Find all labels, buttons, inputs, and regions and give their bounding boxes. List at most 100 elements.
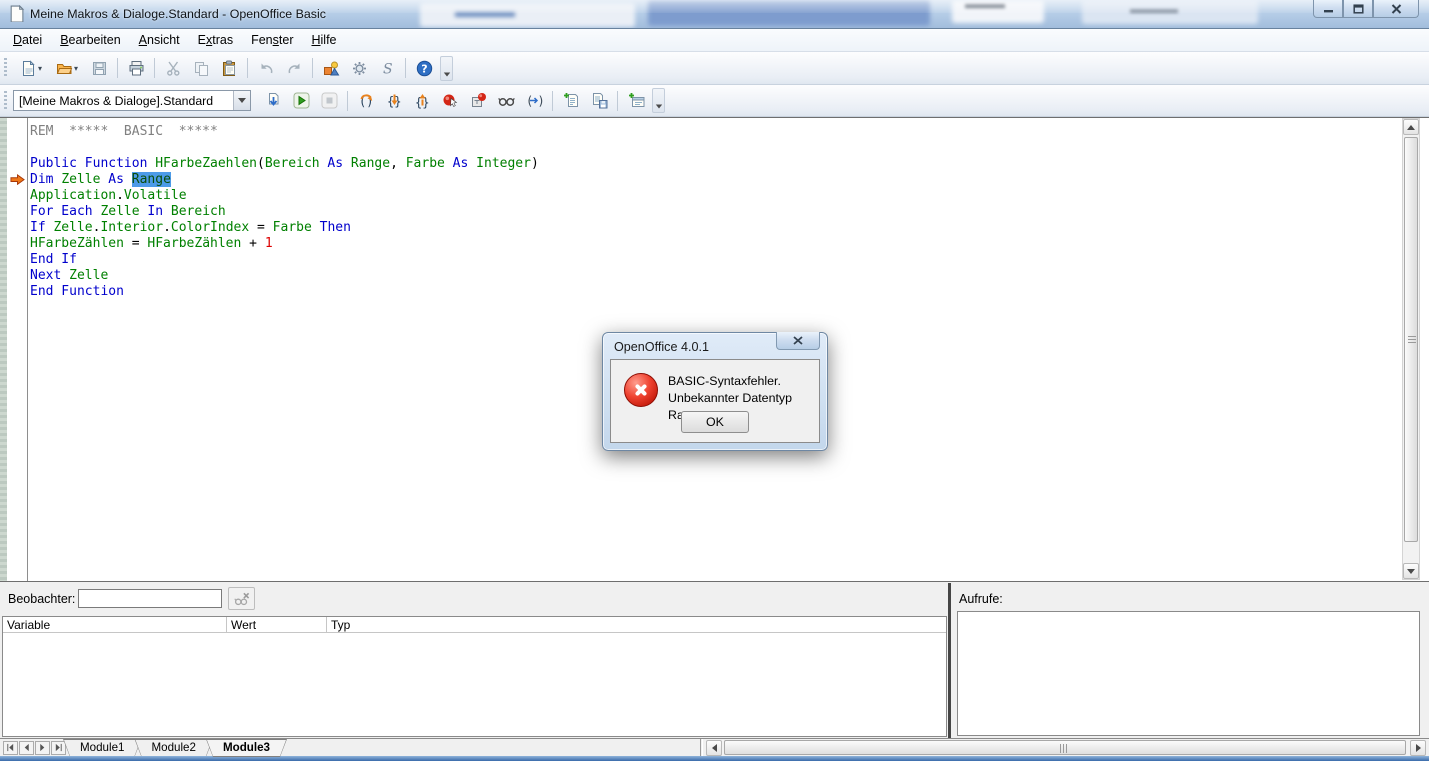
next-tab-button[interactable]	[35, 741, 50, 755]
editor-vertical-scrollbar[interactable]	[1402, 118, 1420, 580]
panel-splitter[interactable]	[948, 583, 951, 738]
toolbar-overflow-button[interactable]	[652, 88, 665, 113]
scroll-right-button[interactable]	[1410, 740, 1426, 756]
help-button[interactable]: ?	[411, 56, 437, 81]
code-line[interactable]	[30, 140, 1399, 156]
error-icon	[624, 373, 658, 407]
code-line[interactable]: Next Zelle	[30, 268, 1399, 284]
standard-toolbar: ▾ ▾ S?	[0, 52, 1429, 85]
settings-button[interactable]	[346, 56, 372, 81]
toolbar-separator	[312, 58, 313, 78]
code-token: Zelle	[61, 172, 100, 187]
first-tab-button[interactable]	[3, 741, 18, 755]
tab-label: Module2	[135, 740, 211, 756]
find-parentheses-icon: ()	[526, 92, 543, 109]
dialog-close-button[interactable]	[776, 332, 820, 350]
code-line[interactable]: End Function	[30, 284, 1399, 300]
tabbar-splitter[interactable]	[700, 739, 703, 757]
titlebar[interactable]: Meine Makros & Dialoge.Standard - OpenOf…	[0, 0, 1429, 29]
code-line[interactable]: Dim Zelle As Range	[30, 172, 1399, 188]
tab-module1[interactable]: Module1	[63, 739, 141, 757]
svg-text:(): ()	[359, 95, 373, 109]
insert-source-button[interactable]	[558, 88, 584, 113]
undo-icon	[258, 60, 275, 77]
arrow-up-icon	[1407, 125, 1415, 130]
toolbar-overflow-button[interactable]	[440, 56, 453, 81]
code-line[interactable]: For Each Zelle In Bereich	[30, 204, 1399, 220]
help-icon: ?	[416, 60, 433, 77]
combobox-dropdown-button[interactable]	[233, 91, 250, 110]
new-document-button[interactable]: ▾	[14, 56, 48, 81]
dialog-title[interactable]: OpenOffice 4.0.1	[614, 340, 709, 354]
code-token: ,	[390, 156, 406, 171]
close-button[interactable]	[1373, 0, 1419, 18]
menu-extras[interactable]: Extras	[189, 30, 242, 50]
run-button[interactable]	[288, 88, 314, 113]
error-dialog: OpenOffice 4.0.1 BASIC-Syntaxfehler. Unb…	[602, 332, 828, 451]
call-stack-list[interactable]	[957, 611, 1420, 736]
code-token: REM ***** BASIC *****	[30, 124, 218, 139]
cut-icon	[165, 60, 182, 77]
open-folder-button[interactable]: ▾	[50, 56, 84, 81]
menu-bearbeiten[interactable]: Bearbeiten	[51, 30, 129, 50]
library-combobox[interactable]: [Meine Makros & Dialoge].Standard	[13, 90, 251, 111]
manage-breakpoints-button[interactable]	[465, 88, 491, 113]
toolbar-separator	[154, 58, 155, 78]
scroll-left-button[interactable]	[706, 740, 722, 756]
vertical-scrollbar-thumb[interactable]	[1404, 137, 1418, 542]
gallery-button[interactable]	[318, 56, 344, 81]
stop-button	[316, 88, 342, 113]
maximize-button[interactable]	[1343, 0, 1373, 18]
code-line[interactable]: Public Function HFarbeZaehlen(Bereich As…	[30, 156, 1399, 172]
code-line[interactable]: If Zelle.Interior.ColorIndex = Farbe The…	[30, 220, 1399, 236]
paste-button[interactable]	[216, 56, 242, 81]
toolbar-grip[interactable]	[4, 58, 7, 78]
menu-datei[interactable]: Datei	[4, 30, 51, 50]
code-line[interactable]: Application.Volatile	[30, 188, 1399, 204]
scroll-up-button[interactable]	[1403, 119, 1419, 135]
gallery-icon	[323, 60, 340, 77]
code-line[interactable]: End If	[30, 252, 1399, 268]
import-dialog-button[interactable]	[623, 88, 649, 113]
compile-button[interactable]	[260, 88, 286, 113]
toolbar-separator	[117, 58, 118, 78]
code-line[interactable]: HFarbeZählen = HFarbeZählen + 1	[30, 236, 1399, 252]
code-token: Integer	[476, 156, 531, 171]
menu-ansicht[interactable]: Ansicht	[130, 30, 189, 50]
dropdown-arrow-icon[interactable]: ▾	[74, 64, 78, 73]
toolbar-grip[interactable]	[4, 91, 7, 111]
previous-tab-button[interactable]	[19, 741, 34, 755]
save-source-button[interactable]	[586, 88, 612, 113]
menu-hilfe[interactable]: Hilfe	[302, 30, 345, 50]
horizontal-scrollbar-thumb[interactable]	[724, 740, 1406, 755]
macros-button[interactable]: S	[374, 56, 400, 81]
code-token: Application	[30, 188, 116, 203]
insert-source-icon	[563, 92, 580, 109]
code-line[interactable]: REM ***** BASIC *****	[30, 124, 1399, 140]
module-tabbar: Module1Module2Module3	[0, 738, 1429, 756]
tab-module2[interactable]: Module2	[134, 739, 212, 757]
watch-input[interactable]	[78, 589, 222, 608]
minimize-button[interactable]	[1313, 0, 1343, 18]
code-token: (	[257, 156, 265, 171]
dropdown-arrow-icon[interactable]: ▾	[38, 64, 42, 73]
watch-button[interactable]	[493, 88, 519, 113]
breakpoint-button[interactable]	[437, 88, 463, 113]
scroll-down-button[interactable]	[1403, 563, 1419, 579]
code-token: Bereich	[265, 156, 320, 171]
print-button[interactable]	[123, 56, 149, 81]
find-parentheses-button[interactable]: ()	[521, 88, 547, 113]
step-out-button[interactable]: {}	[409, 88, 435, 113]
cut-button	[160, 56, 186, 81]
ok-button[interactable]: OK	[681, 411, 749, 433]
step-into-button[interactable]: {}	[381, 88, 407, 113]
menu-fenster[interactable]: Fenster	[242, 30, 302, 50]
code-token: As	[320, 156, 351, 171]
code-token: Bereich	[171, 204, 226, 219]
next-tab-icon	[38, 741, 47, 755]
step-over-button[interactable]: ()	[353, 88, 379, 113]
bottom-horizontal-scrollbar[interactable]	[706, 740, 1426, 756]
breakpoint-gutter[interactable]	[7, 118, 28, 581]
tab-module3[interactable]: Module3	[206, 739, 287, 757]
last-tab-button[interactable]	[51, 741, 66, 755]
